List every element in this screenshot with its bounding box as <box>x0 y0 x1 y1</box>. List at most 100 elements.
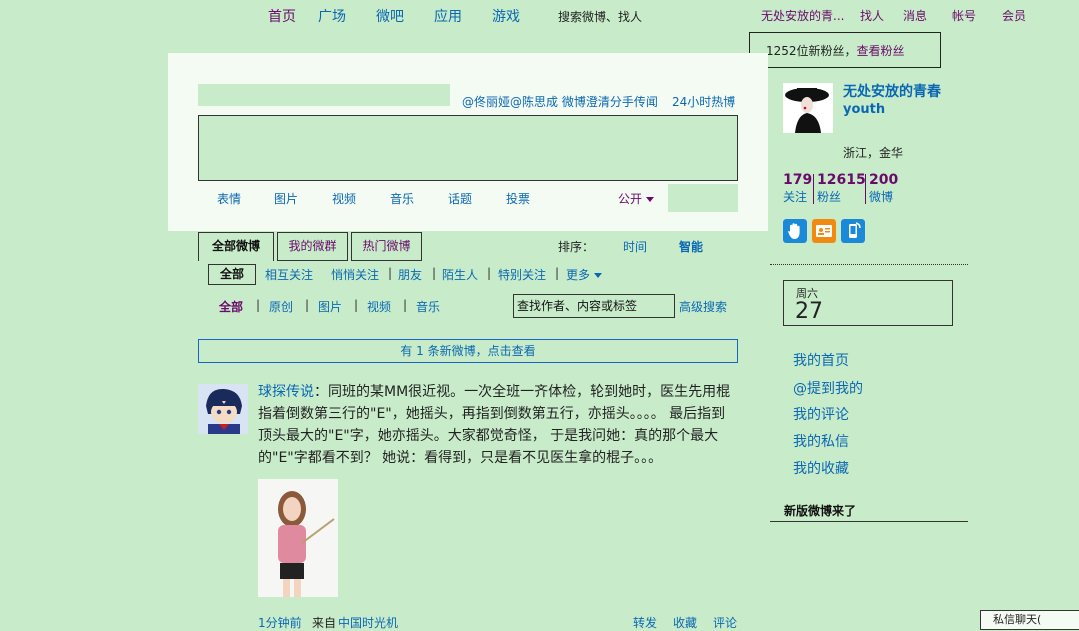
visibility-dropdown[interactable]: 公开 <box>618 190 655 207</box>
nav-account[interactable]: 帐号 <box>952 7 976 24</box>
new-weibo-notice[interactable]: 有 1 条新微博，点击查看 <box>198 339 738 363</box>
separator: | <box>432 266 437 280</box>
nav-messages[interactable]: 消息 <box>903 7 927 24</box>
filter-mutual[interactable]: 相互关注 <box>265 266 313 283</box>
repost-link[interactable]: 转发 <box>633 614 657 631</box>
phone-icon[interactable] <box>841 219 865 243</box>
favorite-link[interactable]: 收藏 <box>673 614 697 631</box>
feed-from-label: 来自 <box>312 616 337 630</box>
separator: | <box>354 298 359 312</box>
filter-more[interactable]: 更多 <box>566 266 603 283</box>
feed-source-link[interactable]: 中国时光机 <box>338 614 398 631</box>
stat-weibo[interactable]: 200 微博 <box>869 172 898 205</box>
hot-topic-link[interactable]: @佟丽娅@陈思成 微博澄清分手传闻 <box>462 93 658 110</box>
calendar-widget: 周六 27 <box>783 280 953 326</box>
nav-find-people[interactable]: 找人 <box>860 7 884 24</box>
tab-my-groups[interactable]: 我的微群 <box>277 232 348 261</box>
feed-content: ：同班的某MM很近视。一次全班一齐体检，轮到她时，医生先用棍指着倒数第三行的"E… <box>258 384 731 466</box>
author-avatar[interactable] <box>198 384 248 434</box>
filter-special[interactable]: 特别关注 <box>498 266 546 283</box>
id-card-icon[interactable] <box>812 219 836 243</box>
comment-link[interactable]: 评论 <box>713 614 737 631</box>
sidebar-link-comments[interactable]: 我的评论 <box>793 404 849 424</box>
separator: | <box>487 266 492 280</box>
private-chat-bar[interactable]: 私信聊天( <box>980 610 1079 630</box>
chevron-down-icon <box>594 273 603 278</box>
publish-button[interactable] <box>668 184 738 212</box>
calendar-day: 27 <box>795 299 823 324</box>
new-fans-popup: 1252位新粉丝，查看粉丝 <box>749 32 941 68</box>
nav-games[interactable]: 游戏 <box>492 6 520 26</box>
tool-music[interactable]: 音乐 <box>390 190 414 207</box>
nav-square[interactable]: 广场 <box>318 6 346 26</box>
publisher-title-banner <box>198 84 450 106</box>
sidebar-link-home[interactable]: 我的首页 <box>793 350 849 370</box>
tool-video[interactable]: 视频 <box>332 190 356 207</box>
chevron-down-icon <box>646 197 655 202</box>
separator: | <box>403 298 408 312</box>
nav-username[interactable]: 无处安放的青... <box>761 7 844 24</box>
tool-emoji[interactable]: 表情 <box>217 190 241 207</box>
sidebar-link-mentions[interactable]: @提到我的 <box>793 378 863 398</box>
stat-divider <box>813 174 814 204</box>
stat-weibo-num: 200 <box>869 172 899 188</box>
stat-following[interactable]: 179 关注 <box>783 172 812 205</box>
subfilter-all[interactable]: 全部 <box>219 298 243 315</box>
feed-item-text: 球探传说：同班的某MM很近视。一次全班一齐体检，轮到她时，医生先用棍指着倒数第三… <box>258 381 738 469</box>
feed-time[interactable]: 1分钟前 <box>258 614 302 631</box>
tab-hot-weibo[interactable]: 热门微博 <box>351 232 422 261</box>
divider <box>770 521 968 522</box>
separator: | <box>305 298 310 312</box>
profile-avatar[interactable] <box>783 83 833 133</box>
new-version-heading[interactable]: 新版微博来了 <box>784 502 856 519</box>
feed-author-link[interactable]: 球探传说 <box>258 384 314 400</box>
subfilter-image[interactable]: 图片 <box>318 298 342 315</box>
separator: | <box>256 298 261 312</box>
advanced-search-link[interactable]: 高级搜索 <box>679 298 727 315</box>
post-textarea[interactable] <box>198 115 738 181</box>
feed-search-input[interactable]: 查找作者、内容或标签 <box>513 294 675 318</box>
subfilter-music[interactable]: 音乐 <box>416 298 440 315</box>
stat-following-num: 179 <box>783 172 813 188</box>
visibility-label: 公开 <box>618 192 643 206</box>
sort-time[interactable]: 时间 <box>623 238 647 255</box>
stat-fans-num: 12615 <box>817 172 866 188</box>
filter-secret[interactable]: 悄悄关注 <box>331 266 379 283</box>
separator: | <box>555 266 560 280</box>
stat-weibo-label: 微博 <box>869 190 894 204</box>
profile-name[interactable]: 无处安放的青春 <box>843 81 941 101</box>
nav-apps[interactable]: 应用 <box>434 6 462 26</box>
stat-fans[interactable]: 12615 粉丝 <box>817 172 866 205</box>
feed-image[interactable] <box>258 479 338 597</box>
stat-fans-label: 粉丝 <box>817 190 842 204</box>
nav-vip[interactable]: 会员 <box>1002 7 1026 24</box>
sidebar-link-favorites[interactable]: 我的收藏 <box>793 458 849 478</box>
separator: | <box>388 266 393 280</box>
filter-all[interactable]: 全部 <box>208 264 256 285</box>
sort-smart[interactable]: 智能 <box>679 238 703 255</box>
publisher-panel: @佟丽娅@陈思成 微博澄清分手传闻 24小时热博 表情 图片 视频 音乐 话题 … <box>168 53 768 231</box>
profile-id[interactable]: youth <box>843 102 885 117</box>
stat-following-label: 关注 <box>783 190 808 204</box>
filter-more-label: 更多 <box>566 268 591 282</box>
tool-topic[interactable]: 话题 <box>448 190 472 207</box>
sort-label: 排序： <box>558 240 595 254</box>
top-search-link[interactable]: 搜索微博、找人 <box>558 8 642 25</box>
stat-divider <box>865 174 866 204</box>
sidebar-link-messages[interactable]: 我的私信 <box>793 431 849 451</box>
divider <box>770 264 968 265</box>
subfilter-original[interactable]: 原创 <box>269 298 293 315</box>
nav-weiba[interactable]: 微吧 <box>376 6 404 26</box>
profile-location: 浙江，金华 <box>843 146 904 160</box>
tool-vote[interactable]: 投票 <box>506 190 530 207</box>
filter-friends[interactable]: 朋友 <box>398 266 422 283</box>
filter-strangers[interactable]: 陌生人 <box>442 266 478 283</box>
hand-icon[interactable] <box>783 219 807 243</box>
tool-image[interactable]: 图片 <box>274 190 298 207</box>
hot-24h-link[interactable]: 24小时热博 <box>672 93 735 110</box>
tab-all-weibo[interactable]: 全部微博 <box>198 232 274 261</box>
view-fans-link[interactable]: 查看粉丝 <box>857 44 905 58</box>
nav-home[interactable]: 首页 <box>268 6 296 26</box>
new-fans-text: 1252位新粉丝， <box>766 44 857 58</box>
subfilter-video[interactable]: 视频 <box>367 298 391 315</box>
